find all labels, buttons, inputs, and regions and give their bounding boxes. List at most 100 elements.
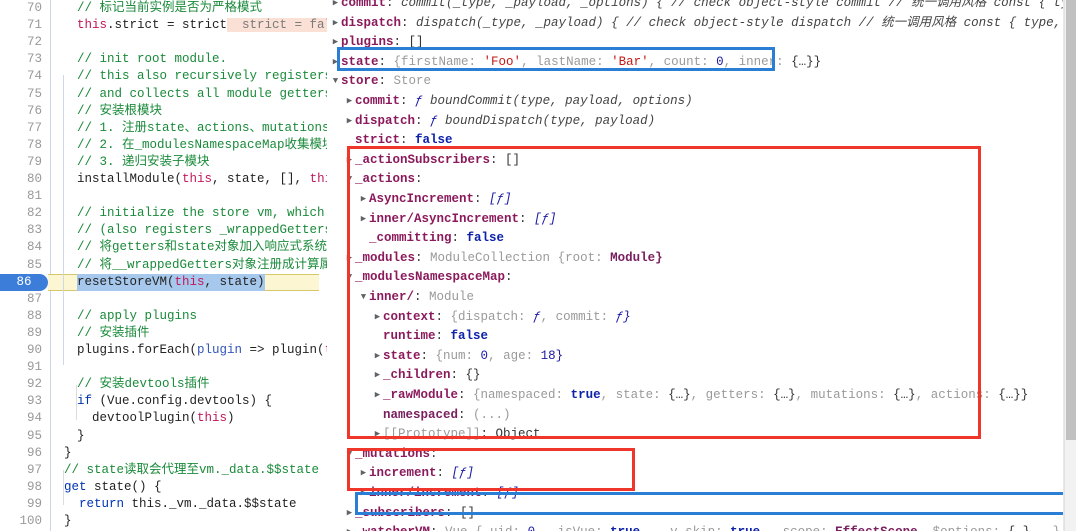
- chevron-right-icon[interactable]: ▶: [358, 464, 369, 484]
- devtools-object-tree-pane[interactable]: ▶ commit: commit(_type, _payload, _option…: [327, 0, 1076, 531]
- line-number[interactable]: 71: [0, 17, 42, 34]
- code-line[interactable]: 96}: [0, 445, 327, 462]
- chevron-right-icon[interactable]: ▶: [330, 33, 341, 53]
- code-line[interactable]: 75 // and collects all module getters ins…: [0, 86, 327, 103]
- object-tree-row[interactable]: ▼ _modulesNamespaceMap:: [344, 268, 513, 288]
- object-tree-row[interactable]: ▶ inner/AsyncIncrement: [ƒ]: [358, 210, 557, 230]
- chevron-right-icon[interactable]: ▶: [372, 308, 383, 328]
- chevron-right-icon[interactable]: ▶: [372, 347, 383, 367]
- code-line[interactable]: 73 // init root module.: [0, 51, 327, 68]
- chevron-right-icon[interactable]: ▶: [344, 504, 355, 524]
- line-number[interactable]: 84: [0, 239, 42, 256]
- code-text[interactable]: // 安装插件: [77, 325, 150, 342]
- code-line[interactable]: 91: [0, 359, 327, 376]
- line-number[interactable]: 72: [0, 34, 42, 51]
- line-number[interactable]: 81: [0, 188, 42, 205]
- code-line[interactable]: 79 // 3. 递归安装子模块: [0, 154, 327, 171]
- chevron-right-icon[interactable]: ▶: [372, 366, 383, 386]
- chevron-right-icon[interactable]: ▶: [372, 386, 383, 406]
- code-text[interactable]: // apply plugins: [77, 308, 197, 325]
- object-tree-row[interactable]: ▶ AsyncIncrement: [ƒ]: [358, 190, 512, 210]
- chevron-right-icon[interactable]: ▶: [344, 249, 355, 269]
- code-text[interactable]: resetStoreVM(this, state): [77, 273, 265, 291]
- code-line[interactable]: 84 // 将getters和state对象加入响应式系统: [0, 239, 327, 256]
- object-tree-row[interactable]: ▶ dispatch: dispatch(_type, _payload) { /…: [330, 14, 1076, 34]
- code-line[interactable]: 74 // this also recursively registers all…: [0, 68, 327, 85]
- code-text[interactable]: devtoolPlugin(this): [77, 410, 235, 427]
- line-number[interactable]: 97: [0, 462, 42, 479]
- chevron-down-icon[interactable]: ▼: [330, 72, 341, 92]
- code-line[interactable]: 78 // 2. 在_modulesNamespaceMap收集模块: [0, 137, 327, 154]
- line-number[interactable]: 94: [0, 410, 42, 427]
- line-number[interactable]: 70: [0, 0, 42, 17]
- code-line[interactable]: 76 // 安装根模块: [0, 103, 327, 120]
- line-number[interactable]: 90: [0, 342, 42, 359]
- code-text[interactable]: this.strict = strict strict = false: [77, 17, 327, 34]
- chevron-down-icon[interactable]: ▼: [344, 268, 355, 288]
- chevron-right-icon[interactable]: ▶: [372, 425, 383, 445]
- code-line[interactable]: 94 devtoolPlugin(this): [0, 410, 327, 427]
- line-number[interactable]: 93: [0, 393, 42, 410]
- object-tree-row[interactable]: ▶ commit: ƒ boundCommit(type, payload, op…: [344, 92, 693, 112]
- chevron-right-icon[interactable]: ▶: [344, 92, 355, 112]
- code-line[interactable]: 72: [0, 34, 327, 51]
- chevron-down-icon[interactable]: ▼: [344, 170, 355, 190]
- line-number[interactable]: 77: [0, 120, 42, 137]
- object-tree-row[interactable]: ▼ _mutations:: [344, 445, 438, 465]
- line-number[interactable]: 75: [0, 86, 42, 103]
- code-text[interactable]: // 安装devtools插件: [77, 376, 210, 393]
- code-line[interactable]: 89 // 安装插件: [0, 325, 327, 342]
- chevron-right-icon[interactable]: ▶: [330, 14, 341, 34]
- code-line[interactable]: 80 installModule(this, state, [], this._m…: [0, 171, 327, 188]
- code-line[interactable]: 71 this.strict = strict strict = false: [0, 17, 327, 34]
- code-text[interactable]: // 3. 递归安装子模块: [77, 154, 210, 171]
- code-text[interactable]: // state读取会代理至vm._data.$$state: [64, 462, 319, 479]
- line-number[interactable]: 87: [0, 291, 42, 308]
- object-tree-row[interactable]: ▶ inner/increment: [ƒ]: [358, 484, 519, 504]
- code-text[interactable]: return this._vm._data.$$state: [64, 496, 297, 513]
- object-tree-row[interactable]: ▶ _subscribers: []: [344, 504, 475, 524]
- code-line[interactable]: 92 // 安装devtools插件: [0, 376, 327, 393]
- code-line[interactable]: 99 return this._vm._data.$$state: [0, 496, 327, 513]
- line-number[interactable]: 89: [0, 325, 42, 342]
- code-text[interactable]: }: [64, 445, 72, 462]
- code-line[interactable]: 95}: [0, 428, 327, 445]
- object-tree-row[interactable]: ▶ increment: [ƒ]: [358, 464, 474, 484]
- line-number[interactable]: 96: [0, 445, 42, 462]
- code-text[interactable]: }: [77, 428, 85, 445]
- chevron-down-icon[interactable]: ▼: [344, 445, 355, 465]
- code-line[interactable]: 81: [0, 188, 327, 205]
- line-number[interactable]: 99: [0, 496, 42, 513]
- object-tree-row[interactable]: ▶ _children: {}: [372, 366, 481, 386]
- code-line[interactable]: 90 plugins.forEach(plugin => plugin(this)…: [0, 342, 327, 359]
- code-text[interactable]: installModule(this, state, [], this._mod…: [77, 171, 327, 188]
- chevron-down-icon[interactable]: ▼: [358, 288, 369, 308]
- code-text[interactable]: // initialize the store vm, which is res…: [77, 205, 327, 222]
- object-tree-row[interactable]: ▶ state: {num: 0, age: 18}: [372, 347, 563, 367]
- code-line[interactable]: 100}: [0, 513, 327, 530]
- code-line[interactable]: 70 // 标记当前实例是否为严格模式: [0, 0, 327, 17]
- line-number[interactable]: 80: [0, 171, 42, 188]
- object-tree-row[interactable]: ▶ _actionSubscribers: []: [344, 151, 520, 171]
- object-tree-row[interactable]: ▶runtime: false: [372, 327, 488, 347]
- object-tree-row[interactable]: ▼ _actions:: [344, 170, 423, 190]
- object-tree-row[interactable]: ▶_watcherVM: Vue {_uid: 0, _isVue: true,…: [344, 523, 1060, 531]
- object-tree-row[interactable]: ▶namespaced: (...): [372, 406, 511, 426]
- code-text[interactable]: // 将getters和state对象加入响应式系统: [77, 239, 327, 256]
- object-tree-row[interactable]: ▶ context: {dispatch: ƒ, commit: ƒ}: [372, 308, 631, 328]
- code-text[interactable]: get state() {: [64, 479, 162, 496]
- code-text[interactable]: // 安装根模块: [77, 103, 162, 120]
- code-text[interactable]: // and collects all module getters insid…: [77, 86, 327, 103]
- line-number[interactable]: 100: [0, 513, 42, 530]
- code-text[interactable]: // 将__wrappedGetters对象注册成计算属性，: [77, 257, 327, 274]
- line-number[interactable]: 86: [0, 273, 48, 291]
- line-number[interactable]: 83: [0, 222, 42, 239]
- line-number[interactable]: 95: [0, 428, 42, 445]
- code-text[interactable]: // 2. 在_modulesNamespaceMap收集模块: [77, 137, 327, 154]
- line-number[interactable]: 79: [0, 154, 42, 171]
- code-text[interactable]: if (Vue.config.devtools) {: [77, 393, 272, 410]
- object-tree-row[interactable]: ▶_committing: false: [358, 229, 504, 249]
- object-tree-row[interactable]: ▶ plugins: []: [330, 33, 424, 53]
- line-number[interactable]: 92: [0, 376, 42, 393]
- line-number[interactable]: 78: [0, 137, 42, 154]
